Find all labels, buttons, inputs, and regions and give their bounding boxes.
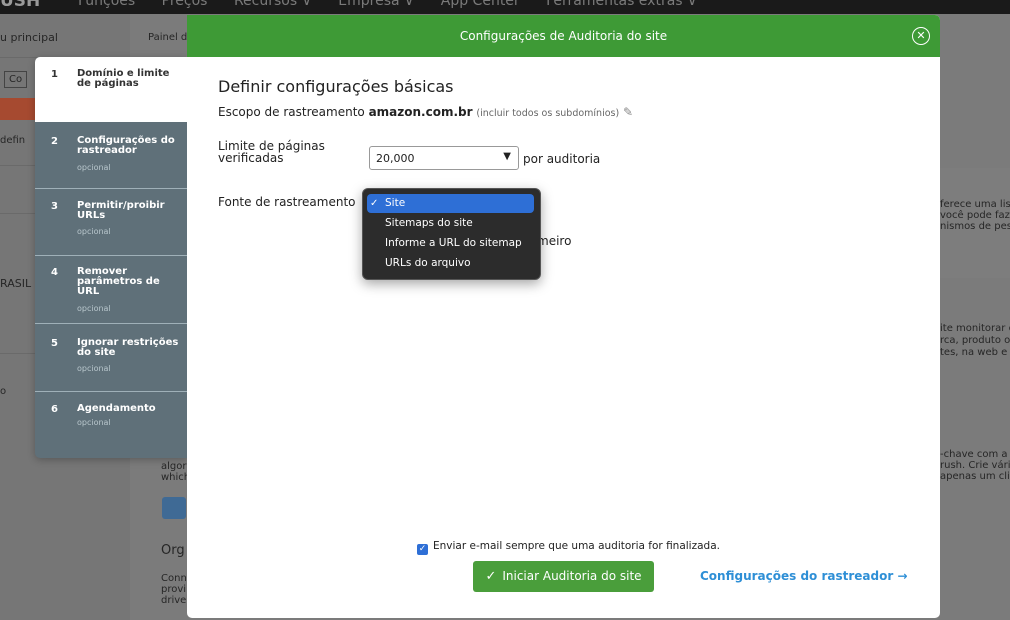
- background-text: rca, produto ou: [940, 335, 1010, 346]
- background-text: nismos de peso: [940, 221, 1010, 232]
- source-option-site[interactable]: ✓ Site: [367, 194, 534, 213]
- nav-item[interactable]: Empresa ∨: [338, 0, 414, 9]
- background-text: tes, na web e e: [940, 347, 1010, 358]
- nav-item[interactable]: Ferramentas extras ∨: [546, 0, 697, 9]
- email-checkbox[interactable]: ✓: [417, 544, 428, 555]
- source-option-sitemaps[interactable]: Sitemaps do site: [367, 214, 534, 233]
- background-text: você pode faze: [940, 210, 1010, 221]
- step-number: 6: [51, 404, 58, 415]
- crawl-scope-label: Escopo de rastreamento: [218, 105, 365, 119]
- background-text: -chave com a: [940, 449, 1008, 460]
- step-optional-label: opcional: [77, 304, 111, 313]
- per-audit-label: por auditoria: [523, 152, 601, 166]
- background-heading: Org: [161, 543, 185, 558]
- chevron-down-icon: ▼: [503, 151, 511, 162]
- crawl-scope: Escopo de rastreamento amazon.com.br (in…: [218, 105, 633, 119]
- crawl-source-label: Fonte de rastreamento: [218, 195, 356, 209]
- step-title: Remover parâmetros de URL: [77, 266, 160, 297]
- step-title: Permitir/proibir URLs: [77, 200, 165, 221]
- background-text: rush. Crie vária: [940, 460, 1010, 471]
- option-label: Site: [385, 197, 406, 209]
- background-text: ite monitorar c: [940, 323, 1010, 334]
- wizard-step-4[interactable]: 4 Remover parâmetros de URL opcional: [35, 256, 188, 324]
- obscured-option-text: meiro: [537, 234, 572, 248]
- email-label: Enviar e-mail sempre que uma auditoria f…: [433, 540, 720, 552]
- scope-note: (incluir todos os subdomínios): [476, 108, 620, 119]
- wizard-step-5[interactable]: 5 Ignorar restrições do site opcional: [35, 324, 188, 392]
- background-text: apenas um clic: [940, 471, 1010, 482]
- wizard-step-3[interactable]: 3 Permitir/proibir URLs opcional: [35, 189, 188, 256]
- step-title: Ignorar restrições do site: [77, 337, 179, 358]
- wizard-step-2[interactable]: 2 Configurações do rastreador opcional: [35, 122, 188, 189]
- background-chip: Co: [4, 71, 28, 88]
- section-heading: Definir configurações básicas: [218, 77, 454, 96]
- source-option-file-urls[interactable]: URLs do arquivo: [367, 254, 534, 273]
- background-highlight: [0, 98, 36, 120]
- page-limit-value: 20,000: [376, 152, 415, 165]
- background-button: [162, 497, 186, 519]
- option-label: Sitemaps do site: [385, 217, 473, 229]
- nav-item[interactable]: App Center: [441, 0, 520, 9]
- background-text: algor: [161, 461, 187, 472]
- step-optional-label: opcional: [77, 227, 111, 236]
- checkmark-icon: ✓: [370, 198, 379, 209]
- background-text: defin: [0, 135, 26, 146]
- background-text: o: [0, 386, 7, 397]
- nav-item[interactable]: Funções: [78, 0, 135, 9]
- background-text: which: [161, 472, 191, 483]
- step-number: 1: [51, 69, 58, 80]
- background-breadcrumb: Painel d: [148, 32, 188, 43]
- check-icon: ✓: [485, 569, 497, 584]
- site-audit-settings-modal: Configurações de Auditoria do site ✕ Def…: [187, 15, 940, 618]
- step-title: Agendamento: [77, 403, 156, 414]
- logo: USH: [0, 0, 41, 11]
- modal-title: Configurações de Auditoria do site: [459, 29, 668, 43]
- nav-item[interactable]: Preços: [162, 0, 208, 9]
- page-limit-label: Limite de páginas verificadas: [218, 139, 325, 165]
- background-menu-label: u principal: [0, 31, 58, 44]
- background-text: Conn: [161, 573, 187, 584]
- step-number: 5: [51, 338, 58, 349]
- nav-menu: Funções Preços Recursos ∨ Empresa ∨ App …: [78, 0, 719, 9]
- step-optional-label: opcional: [77, 418, 111, 427]
- modal-header: Configurações de Auditoria do site ✕: [187, 15, 940, 57]
- background-text: ferece uma lista: [940, 199, 1010, 210]
- step-title: Configurações do rastreador: [77, 135, 175, 156]
- step-number: 3: [51, 201, 58, 212]
- source-option-sitemap-url[interactable]: Informe a URL do sitemap: [367, 234, 534, 253]
- background-text: RASIL: [0, 277, 32, 290]
- nav-item[interactable]: Recursos ∨: [234, 0, 312, 9]
- wizard-step-6[interactable]: 6 Agendamento opcional: [35, 392, 188, 458]
- email-notification[interactable]: ✓ Enviar e-mail sempre que uma auditoria …: [417, 540, 720, 555]
- start-audit-button[interactable]: ✓ Iniciar Auditoria do site: [473, 561, 654, 592]
- top-navigation: USH Funções Preços Recursos ∨ Empresa ∨ …: [0, 0, 1010, 14]
- option-label: Informe a URL do sitemap: [385, 237, 522, 249]
- domain-value: amazon.com.br: [368, 105, 473, 119]
- wizard-steps: 1 Domínio e limite de páginas 2 Configur…: [35, 57, 188, 458]
- background-text: provi: [161, 584, 187, 595]
- step-optional-label: opcional: [77, 364, 111, 373]
- crawler-settings-link[interactable]: Configurações do rastreador →: [700, 569, 908, 583]
- background-text: drive: [161, 595, 187, 606]
- step-title: Domínio e limite de páginas: [77, 68, 170, 89]
- wizard-step-1[interactable]: 1 Domínio e limite de páginas: [35, 57, 188, 122]
- pencil-icon[interactable]: ✎: [623, 105, 633, 119]
- crawl-source-dropdown[interactable]: ✓ Site Sitemaps do site Informe a URL do…: [362, 188, 541, 280]
- option-label: URLs do arquivo: [385, 257, 471, 269]
- start-audit-label: Iniciar Auditoria do site: [502, 569, 642, 583]
- step-number: 4: [51, 267, 58, 278]
- close-icon[interactable]: ✕: [912, 27, 930, 45]
- step-optional-label: opcional: [77, 163, 111, 172]
- step-number: 2: [51, 136, 58, 147]
- page-limit-select[interactable]: 20,000 ▼: [369, 146, 519, 170]
